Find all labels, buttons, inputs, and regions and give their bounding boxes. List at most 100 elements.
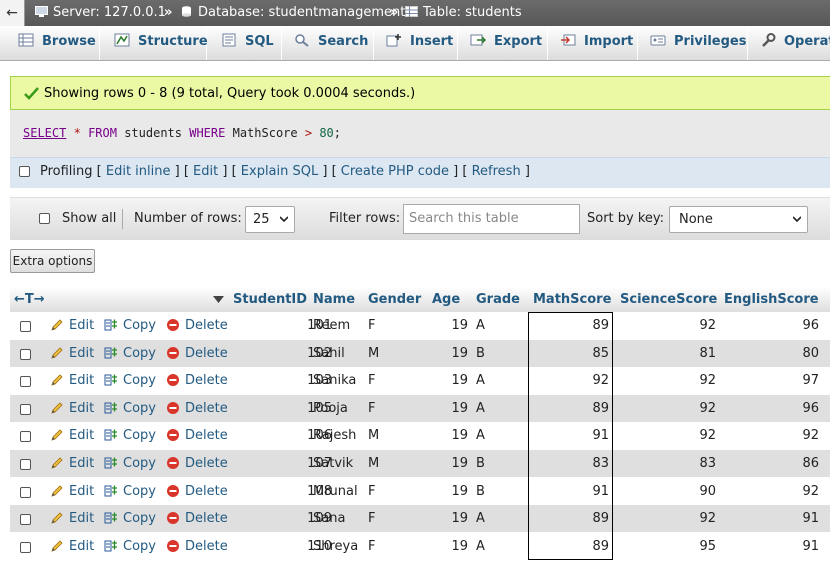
cell-gender[interactable]: F	[368, 505, 375, 532]
column-header-gender[interactable]: Gender	[368, 287, 421, 312]
cell-gender[interactable]: F	[368, 367, 375, 394]
cell-englishscore[interactable]: 97	[724, 367, 819, 394]
cell-sciencescore[interactable]: 95	[620, 533, 716, 560]
row-checkbox[interactable]	[20, 514, 31, 526]
column-header-grade[interactable]: Grade	[476, 287, 520, 312]
cell-mathscore[interactable]: 91	[530, 422, 609, 449]
column-header-studentid[interactable]: StudentID	[233, 287, 307, 312]
tab-sql[interactable]: SQL	[207, 26, 282, 60]
column-header-age[interactable]: Age	[432, 287, 460, 312]
cell-sciencescore[interactable]: 92	[620, 422, 716, 449]
filter-rows-input[interactable]: Search this table	[403, 204, 580, 234]
tab-export[interactable]: Export	[458, 26, 548, 60]
delete-button[interactable]: Delete	[166, 312, 228, 339]
cell-age[interactable]: 19	[430, 395, 468, 422]
profiling-checkbox[interactable]	[19, 166, 30, 177]
column-header-sciencescore[interactable]: ScienceScore	[620, 287, 717, 312]
create-php-code-link[interactable]: Create PHP code	[341, 164, 449, 179]
delete-button[interactable]: Delete	[166, 367, 228, 394]
cell-mathscore[interactable]: 91	[530, 478, 609, 505]
cell-age[interactable]: 19	[430, 312, 468, 339]
cell-grade[interactable]: A	[476, 367, 485, 394]
cell-sciencescore[interactable]: 92	[620, 367, 716, 394]
cell-mathscore[interactable]: 89	[530, 312, 609, 339]
breadcrumb-server[interactable]: Server: 127.0.0.1	[35, 0, 166, 26]
row-checkbox[interactable]	[20, 459, 31, 470]
cell-mathscore[interactable]: 89	[530, 533, 609, 560]
delete-button[interactable]: Delete	[166, 340, 228, 367]
number-of-rows-select[interactable]: 25	[245, 206, 295, 233]
delete-button[interactable]: Delete	[166, 505, 228, 532]
show-all-checkbox[interactable]	[39, 213, 50, 224]
cell-name[interactable]: Sahil	[313, 340, 345, 367]
explain-sql-link[interactable]: Explain SQL	[241, 164, 318, 179]
cell-grade[interactable]: B	[476, 478, 485, 505]
edit-button[interactable]: Edit	[50, 395, 94, 422]
cell-englishscore[interactable]: 92	[724, 422, 819, 449]
column-header-mathscore[interactable]: MathScore	[533, 287, 611, 312]
cell-gender[interactable]: M	[368, 450, 379, 477]
row-checkbox[interactable]	[20, 403, 31, 415]
cell-englishscore[interactable]: 91	[724, 533, 819, 560]
row-checkbox[interactable]	[20, 486, 31, 498]
column-nav-arrows[interactable]: ←T→	[14, 287, 45, 312]
cell-sciencescore[interactable]: 92	[620, 505, 716, 532]
cell-grade[interactable]: A	[476, 312, 485, 339]
cell-grade[interactable]: A	[476, 533, 485, 560]
cell-age[interactable]: 19	[430, 422, 468, 449]
edit-button[interactable]: Edit	[50, 312, 94, 339]
sql-select-keyword[interactable]: SELECT	[23, 126, 66, 140]
cell-age[interactable]: 19	[430, 478, 468, 505]
edit-link[interactable]: Edit	[193, 164, 218, 179]
row-checkbox[interactable]	[20, 376, 31, 388]
cell-sciencescore[interactable]: 83	[620, 450, 716, 477]
cell-gender[interactable]: F	[368, 395, 375, 422]
cell-name[interactable]: Rajesh	[313, 422, 356, 449]
sort-by-key-select[interactable]: None	[669, 206, 808, 233]
copy-button[interactable]: Copy	[104, 367, 156, 394]
tab-privileges[interactable]: Privileges	[638, 26, 748, 60]
cell-sciencescore[interactable]: 81	[620, 340, 716, 367]
breadcrumb-database[interactable]: Database: studentmanagement	[180, 0, 405, 26]
edit-button[interactable]: Edit	[50, 533, 94, 560]
cell-englishscore[interactable]: 96	[724, 312, 819, 339]
copy-button[interactable]: Copy	[104, 340, 156, 367]
cell-mathscore[interactable]: 92	[530, 367, 609, 394]
cell-englishscore[interactable]: 80	[724, 340, 819, 367]
delete-button[interactable]: Delete	[166, 422, 228, 449]
cell-name[interactable]: Satvik	[313, 450, 353, 477]
back-arrow-icon[interactable]: ←	[0, 0, 25, 26]
row-checkbox[interactable]	[20, 431, 31, 443]
cell-name[interactable]: Pooja	[313, 395, 348, 422]
column-header-name[interactable]: Name	[313, 287, 355, 312]
edit-button[interactable]: Edit	[50, 367, 94, 394]
cell-englishscore[interactable]: 91	[724, 505, 819, 532]
copy-button[interactable]: Copy	[104, 505, 156, 532]
tab-import[interactable]: Import	[548, 26, 638, 60]
copy-button[interactable]: Copy	[104, 533, 156, 560]
cell-grade[interactable]: A	[476, 422, 485, 449]
cell-sciencescore[interactable]: 92	[620, 312, 716, 339]
cell-grade[interactable]: B	[476, 340, 485, 367]
cell-grade[interactable]: A	[476, 505, 485, 532]
column-header-englishscore[interactable]: EnglishScore	[724, 287, 819, 312]
cell-name[interactable]: Mrunal	[313, 478, 358, 505]
tab-operations[interactable]: Operati	[748, 26, 830, 60]
copy-button[interactable]: Copy	[104, 450, 156, 477]
cell-name[interactable]: Sanika	[313, 367, 356, 394]
tab-search[interactable]: Search	[282, 26, 374, 60]
cell-sciencescore[interactable]: 92	[620, 395, 716, 422]
cell-name[interactable]: Reem	[313, 312, 350, 339]
cell-name[interactable]: Sana	[313, 505, 345, 532]
cell-age[interactable]: 19	[430, 505, 468, 532]
delete-button[interactable]: Delete	[166, 395, 228, 422]
cell-gender[interactable]: M	[368, 340, 379, 367]
delete-button[interactable]: Delete	[166, 533, 228, 560]
sort-dropdown-icon[interactable]	[213, 296, 224, 304]
extra-options-button[interactable]: Extra options	[10, 249, 95, 273]
cell-mathscore[interactable]: 89	[530, 505, 609, 532]
edit-button[interactable]: Edit	[50, 422, 94, 449]
cell-englishscore[interactable]: 86	[724, 450, 819, 477]
cell-name[interactable]: Shreya	[313, 533, 358, 560]
cell-gender[interactable]: F	[368, 533, 375, 560]
